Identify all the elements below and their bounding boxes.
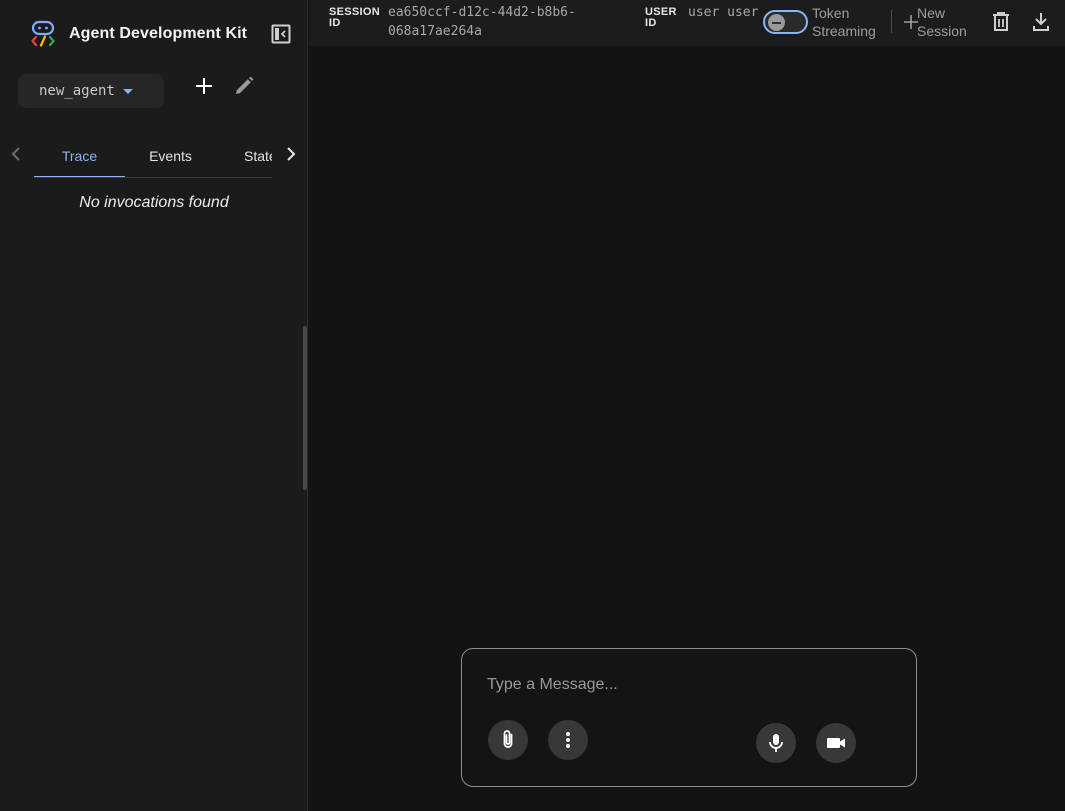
agent-select[interactable]: new_agent bbox=[18, 74, 164, 108]
user-id-label: USER ID bbox=[645, 6, 677, 29]
videocam-icon bbox=[827, 738, 845, 748]
session-id-label: SESSION ID bbox=[329, 6, 381, 29]
download-icon bbox=[1033, 13, 1049, 31]
tabs-scroll-right-button[interactable] bbox=[281, 142, 301, 166]
mic-icon bbox=[769, 734, 783, 752]
sidebar-scrollbar[interactable] bbox=[303, 326, 307, 490]
tab-events[interactable]: Events bbox=[125, 134, 216, 177]
adk-logo-icon bbox=[31, 20, 55, 47]
more-options-button[interactable] bbox=[548, 720, 588, 760]
message-input[interactable] bbox=[487, 671, 887, 699]
session-header: SESSION ID ea650ccf-d12c-44d2-b8b6-068a1… bbox=[309, 0, 1065, 46]
microphone-button[interactable] bbox=[756, 723, 796, 763]
new-session-label: New Session bbox=[917, 5, 967, 39]
sidebar: Agent Development Kit new_agent Trace Ev… bbox=[0, 0, 308, 811]
trace-empty-message: No invocations found bbox=[79, 194, 229, 211]
attach-file-button[interactable] bbox=[488, 720, 528, 760]
download-session-button[interactable] bbox=[1030, 10, 1052, 34]
chevron-left-icon bbox=[11, 147, 20, 161]
brand-title: Agent Development Kit bbox=[69, 25, 248, 42]
dock-left-icon bbox=[271, 24, 291, 44]
tab-state[interactable]: State bbox=[216, 134, 272, 177]
tabs-scroll-left-button[interactable] bbox=[6, 142, 26, 166]
token-streaming-label: Token Streaming bbox=[812, 5, 876, 39]
plus-icon bbox=[196, 78, 212, 94]
token-streaming-toggle[interactable] bbox=[763, 10, 808, 34]
delete-session-button[interactable] bbox=[990, 10, 1012, 34]
message-composer bbox=[461, 648, 917, 787]
chevron-right-icon bbox=[287, 147, 296, 161]
add-agent-button[interactable] bbox=[192, 74, 216, 98]
tab-list: Trace Events State bbox=[34, 134, 272, 178]
brand: Agent Development Kit bbox=[28, 18, 247, 50]
header-divider bbox=[891, 10, 892, 33]
caret-down-icon bbox=[122, 88, 133, 94]
app-root: Agent Development Kit new_agent Trace Ev… bbox=[0, 0, 1065, 811]
collapse-sidebar-button[interactable] bbox=[269, 22, 293, 46]
agent-select-value: new_agent bbox=[39, 83, 115, 99]
paperclip-icon bbox=[503, 730, 513, 748]
video-camera-button[interactable] bbox=[816, 723, 856, 763]
more-vert-icon bbox=[566, 732, 570, 748]
user-id-value: user user bbox=[688, 5, 759, 20]
pencil-icon bbox=[236, 76, 254, 94]
session-id-value: ea650ccf-d12c-44d2-b8b6-068a17ae264a bbox=[388, 5, 576, 39]
toggle-knob bbox=[768, 14, 785, 31]
tab-trace[interactable]: Trace bbox=[34, 134, 125, 177]
sidebar-tabs: Trace Events State bbox=[0, 134, 308, 178]
edit-agent-button[interactable] bbox=[232, 74, 256, 98]
trash-icon bbox=[993, 12, 1009, 31]
